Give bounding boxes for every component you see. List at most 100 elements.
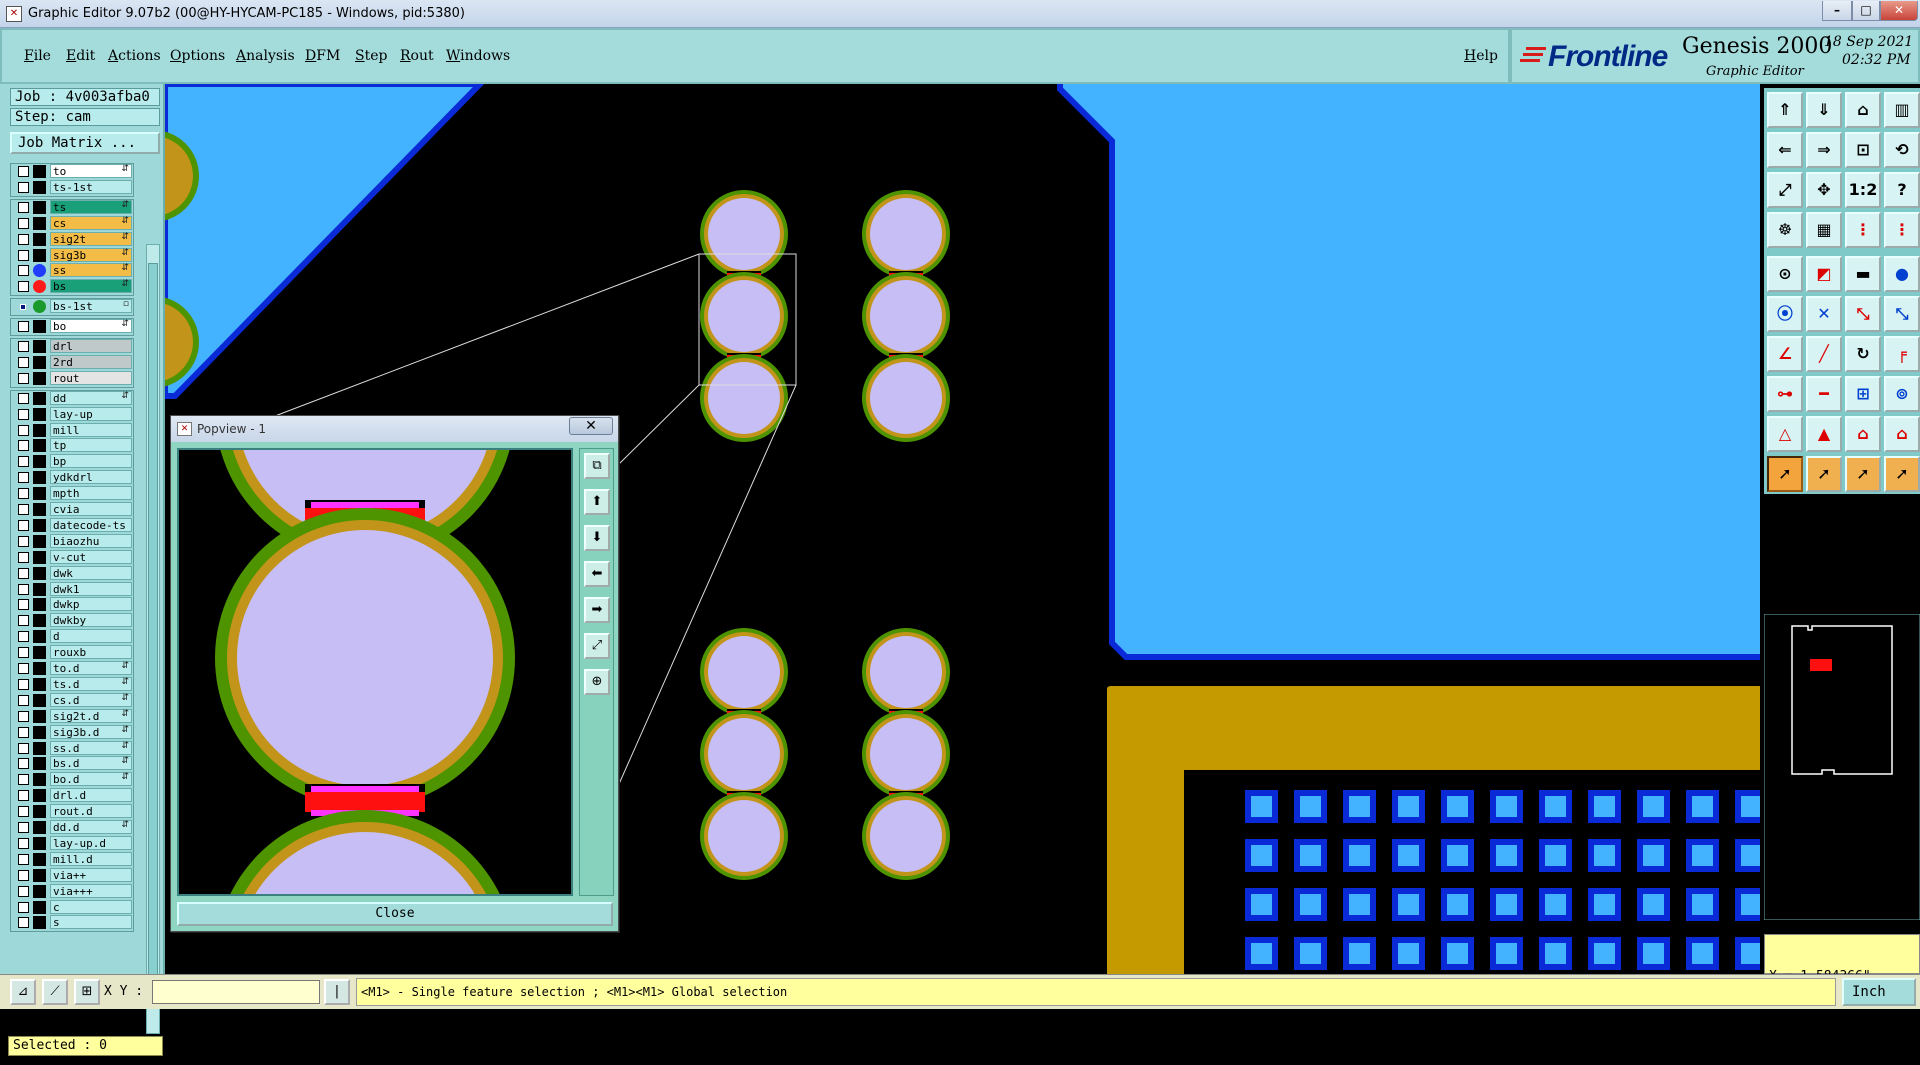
layer-color-swatch[interactable] <box>33 821 46 834</box>
layer-row-dwk1[interactable]: dwk1 <box>14 581 132 596</box>
layer-name[interactable]: rouxb <box>50 645 132 660</box>
layer-color-swatch[interactable] <box>33 371 46 385</box>
layer-row-bs-d[interactable]: bs.d ⇵ <box>14 756 132 771</box>
layer-color-swatch[interactable] <box>33 487 46 501</box>
layer-color-swatch[interactable] <box>33 355 46 369</box>
layer-color-dot[interactable] <box>33 280 46 294</box>
tool-button-r7-c1[interactable]: ━ <box>1806 376 1842 412</box>
layer-name[interactable]: to <box>50 164 132 178</box>
tool-button-r8-c3[interactable]: ⌂ <box>1884 416 1920 452</box>
layer-checkbox[interactable] <box>18 615 29 627</box>
maximize-button[interactable]: □ <box>1852 1 1880 21</box>
tool-button-r5-c2[interactable]: ⤡ <box>1845 296 1881 332</box>
layer-row-dd[interactable]: dd ⇵ <box>14 390 132 405</box>
layer-row-lay-up[interactable]: lay-up <box>14 406 132 421</box>
popview-zoom-window-icon[interactable]: ⧉ <box>584 453 610 479</box>
layer-checkbox[interactable] <box>18 201 29 213</box>
layer-color-swatch[interactable] <box>33 503 46 516</box>
layer-checkbox[interactable] <box>18 519 29 531</box>
layer-row-v-cut[interactable]: v-cut <box>14 549 132 564</box>
tool-button-r6-c2[interactable]: ↻ <box>1845 336 1881 372</box>
popview-pan-down-icon[interactable]: ⬇ <box>584 525 610 551</box>
layer-checkbox[interactable] <box>18 758 29 770</box>
layer-name[interactable]: sig2t <box>50 231 132 246</box>
tool-button-r4-c1[interactable]: ◩ <box>1806 256 1842 292</box>
layer-color-swatch[interactable] <box>33 646 46 660</box>
layer-row-ts-1st[interactable]: ts-1st <box>14 179 132 194</box>
layer-row-datecode-ts[interactable]: datecode-ts <box>14 517 132 532</box>
layer-color-swatch[interactable] <box>33 614 46 628</box>
layer-checkbox[interactable] <box>18 869 29 881</box>
xy-input[interactable] <box>152 980 320 1004</box>
menu-options[interactable]: Options <box>170 48 225 64</box>
tool-button-r2-c0[interactable]: ⤢ <box>1767 172 1803 208</box>
layer-checkbox[interactable] <box>18 837 29 849</box>
layer-checkbox[interactable] <box>18 631 29 643</box>
snap-icon[interactable]: ⊿ <box>10 979 36 1005</box>
tool-button-r4-c3[interactable]: ● <box>1884 256 1920 292</box>
layer-color-swatch[interactable] <box>33 805 46 819</box>
tool-button-r9-c3[interactable]: ➚ <box>1884 456 1920 492</box>
layer-checkbox[interactable] <box>18 456 29 468</box>
layer-color-swatch[interactable] <box>33 407 46 421</box>
xy-apply-icon[interactable]: | <box>324 979 350 1005</box>
tool-button-r7-c3[interactable]: ⊚ <box>1884 376 1920 412</box>
layer-row-rout-d[interactable]: rout.d <box>14 804 132 819</box>
layer-row-bs-1st[interactable]: bs-1st ▫ <box>14 299 132 314</box>
layer-row-cvia[interactable]: cvia <box>14 502 132 516</box>
layer-row-ts-d[interactable]: ts.d ⇵ <box>14 676 132 691</box>
tool-button-r8-c2[interactable]: ⌂ <box>1845 416 1881 452</box>
layer-name[interactable]: lay-up.d <box>50 835 132 850</box>
tool-button-r1-c3[interactable]: ⟲ <box>1884 132 1920 168</box>
layer-row-bo-d[interactable]: bo.d ⇵ <box>14 772 132 787</box>
layer-name[interactable]: to.d <box>50 661 132 675</box>
tool-button-r3-c1[interactable]: ▦ <box>1806 212 1842 248</box>
layer-name[interactable]: d <box>50 629 132 644</box>
popview-pan-right-icon[interactable]: ➡ <box>584 597 610 623</box>
layer-checkbox[interactable] <box>18 551 29 563</box>
scrollbar-thumb[interactable] <box>148 263 158 1003</box>
layer-checkbox[interactable] <box>18 710 29 722</box>
layer-color-swatch[interactable] <box>33 248 46 262</box>
layer-name[interactable]: sig2t.d <box>50 708 132 723</box>
layer-checkbox[interactable] <box>20 304 26 311</box>
layer-name[interactable]: rout.d <box>50 804 132 819</box>
layer-row-tp[interactable]: tp <box>14 438 132 453</box>
layer-row-sig3b[interactable]: sig3b ⇵ <box>14 247 132 262</box>
layer-row-mill[interactable]: mill <box>14 422 132 437</box>
minimize-button[interactable]: – <box>1822 1 1852 21</box>
tool-button-r7-c2[interactable]: ⊞ <box>1845 376 1881 412</box>
layer-color-swatch[interactable] <box>33 180 46 194</box>
tool-button-r0-c3[interactable]: ▥ <box>1884 92 1920 128</box>
layer-name[interactable]: ts-1st <box>50 179 132 194</box>
layer-checkbox[interactable] <box>18 678 29 690</box>
close-window-button[interactable]: ✕ <box>1880 1 1918 21</box>
layer-name[interactable]: bo.d <box>50 772 132 787</box>
layer-row-rout[interactable]: rout <box>14 370 132 385</box>
layer-list-scrollbar[interactable] <box>146 244 160 1034</box>
layer-name[interactable]: ss <box>50 263 132 278</box>
tool-button-r7-c0[interactable]: ⊶ <box>1767 376 1803 412</box>
menu-edit[interactable]: Edit <box>66 48 95 64</box>
layer-name[interactable]: drl <box>50 339 132 353</box>
layer-row-bs[interactable]: bs ⇵ <box>14 279 132 294</box>
popview-close-button[interactable]: Close <box>177 902 613 926</box>
grid-icon[interactable]: ⊞ <box>74 979 100 1005</box>
layer-color-swatch[interactable] <box>33 320 46 334</box>
layer-checkbox[interactable] <box>18 583 29 595</box>
layer-color-swatch[interactable] <box>33 165 46 178</box>
layer-checkbox[interactable] <box>18 372 29 384</box>
layer-checkbox[interactable] <box>18 424 29 436</box>
layer-name[interactable]: bs.d <box>50 756 132 771</box>
layer-color-swatch[interactable] <box>33 836 46 850</box>
layer-color-swatch[interactable] <box>33 868 46 882</box>
layer-name[interactable]: s <box>50 915 132 930</box>
layer-color-swatch[interactable] <box>33 216 46 230</box>
layer-name[interactable]: via++ <box>50 867 132 882</box>
layer-color-swatch[interactable] <box>33 340 46 353</box>
layer-color-swatch[interactable] <box>33 518 46 532</box>
tool-button-r8-c0[interactable]: △ <box>1767 416 1803 452</box>
layer-row-d[interactable]: d <box>14 629 132 644</box>
layer-name[interactable]: bs <box>50 279 132 294</box>
layer-checkbox[interactable] <box>18 853 29 865</box>
